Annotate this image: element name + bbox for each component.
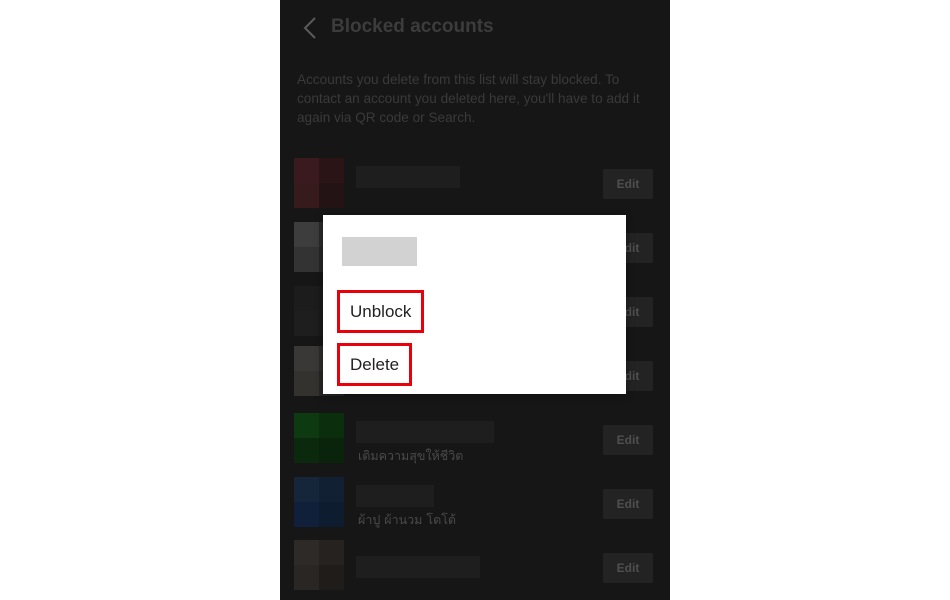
account-status-text: ผ้าปู ผ้านวม โตโต้	[358, 512, 457, 527]
header-bar: Blocked accounts	[280, 0, 670, 56]
account-options-dialog: Unblock Delete	[323, 215, 626, 394]
unblock-option[interactable]: Unblock	[337, 290, 425, 333]
edit-button[interactable]: Edit	[603, 553, 653, 583]
account-name-redacted	[356, 485, 434, 507]
avatar	[294, 158, 344, 208]
edit-button[interactable]: Edit	[603, 169, 653, 199]
account-name-redacted	[356, 556, 480, 578]
back-button[interactable]	[298, 14, 322, 42]
chevron-left-icon	[303, 17, 316, 39]
page-title: Blocked accounts	[331, 16, 494, 37]
avatar	[294, 413, 344, 463]
avatar	[294, 540, 344, 590]
edit-button[interactable]: Edit	[603, 425, 653, 455]
avatar	[294, 477, 344, 527]
account-name-redacted	[356, 421, 494, 443]
dialog-title-redacted	[342, 237, 417, 266]
description-text: Accounts you delete from this list will …	[297, 72, 640, 125]
delete-option[interactable]: Delete	[337, 343, 413, 386]
account-status-text: เติมความสุขให้ชีวิต	[358, 448, 464, 463]
account-name-redacted	[356, 166, 460, 188]
edit-button[interactable]: Edit	[603, 489, 653, 519]
